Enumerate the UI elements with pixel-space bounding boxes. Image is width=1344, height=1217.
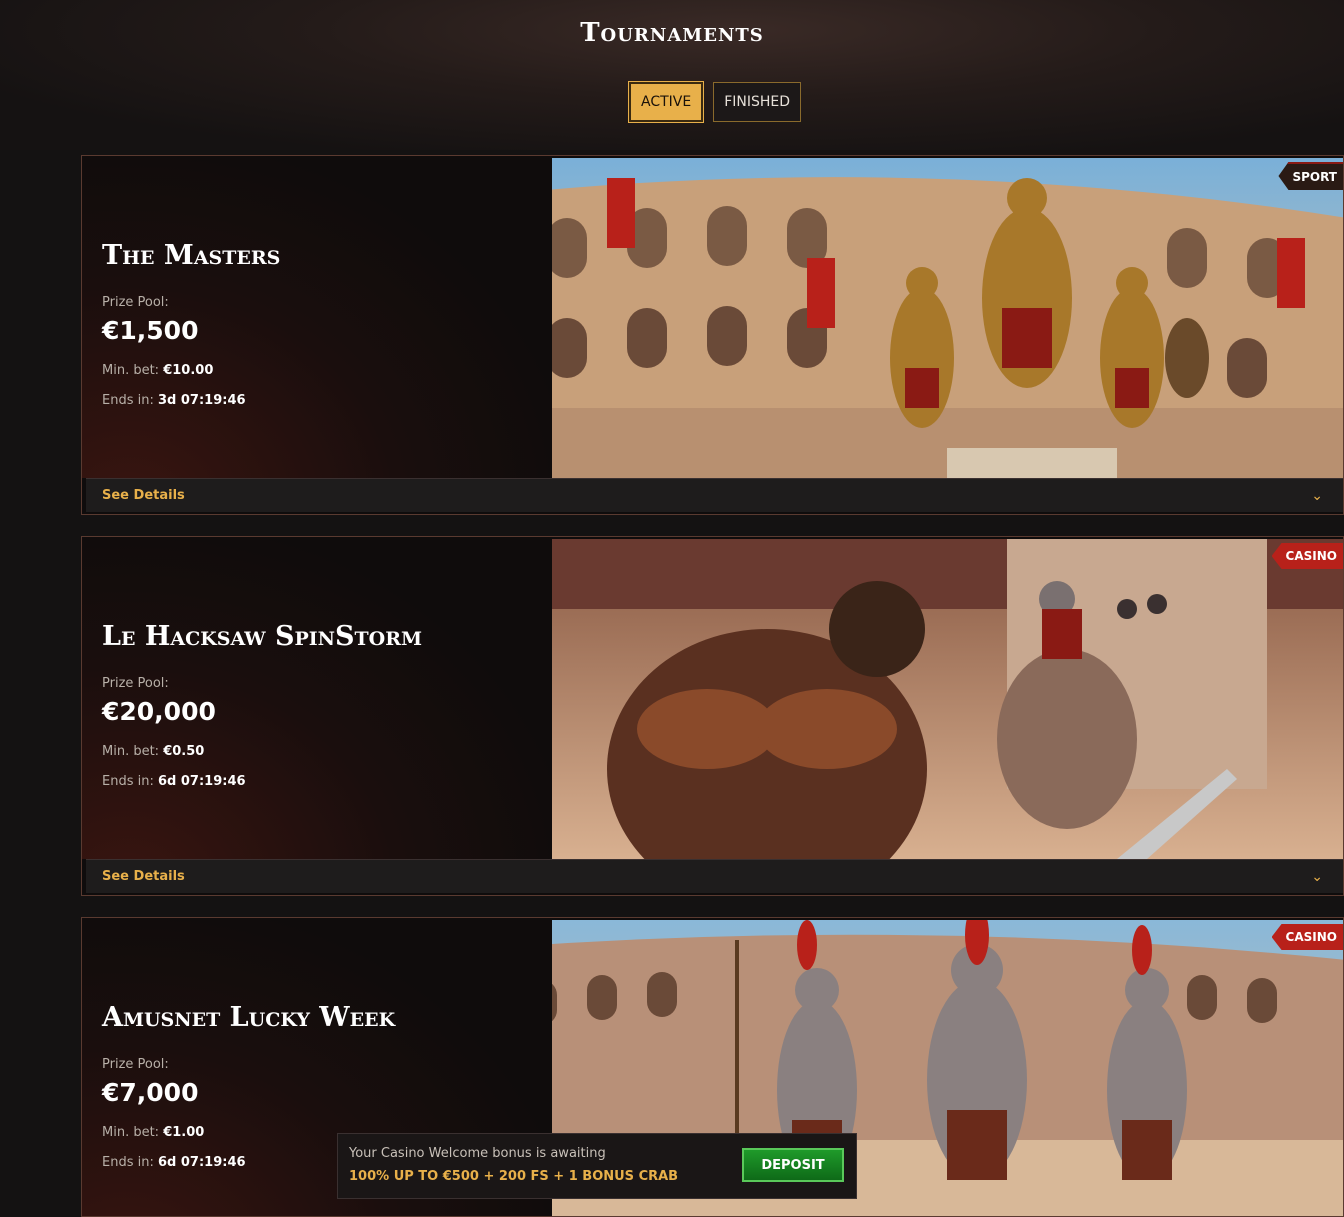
ends-in-label: Ends in:: [102, 1155, 154, 1170]
min-bet-label: Min. bet:: [102, 363, 160, 378]
ends-in-label: Ends in:: [102, 774, 154, 789]
welcome-bonus-toast: Your Casino Welcome bonus is awaiting 10…: [337, 1133, 857, 1199]
min-bet-value: €10.00: [163, 363, 214, 378]
tournament-card-le-hacksaw-spinstorm: Le Hacksaw SpinStorm Prize Pool: €20,000…: [81, 536, 1344, 896]
chevron-down-icon: ⌄: [1311, 487, 1323, 504]
ends-in: Ends in: 6d 07:19:46: [102, 774, 422, 789]
ends-in-value: 6d 07:19:46: [157, 1155, 246, 1170]
tab-active[interactable]: ACTIVE: [629, 82, 704, 122]
prize-pool-label: Prize Pool:: [102, 295, 169, 310]
min-bet-value: €0.50: [163, 744, 205, 759]
ends-in-value: 3d 07:19:46: [157, 393, 246, 408]
card-info-panel: The Masters Prize Pool: €1,500 Min. bet:…: [82, 156, 552, 478]
tournament-name: The Masters: [102, 240, 281, 271]
toast-message: Your Casino Welcome bonus is awaiting: [349, 1146, 606, 1161]
see-details-toggle[interactable]: See Details ⌄: [86, 859, 1343, 893]
tournament-tabs: ACTIVE FINISHED: [629, 82, 802, 122]
ends-in-value: 6d 07:19:46: [157, 774, 246, 789]
chevron-down-icon: ⌄: [1311, 868, 1323, 885]
prize-pool-label: Prize Pool:: [102, 676, 169, 691]
toast-offer: 100% UP TO €500 + 200 FS + 1 BONUS CRAB: [349, 1169, 679, 1184]
tab-finished[interactable]: FINISHED: [713, 82, 802, 122]
see-details-label: See Details: [102, 869, 185, 884]
prize-pool-value: €7,000: [102, 1078, 199, 1107]
tournament-card-the-masters: The Masters Prize Pool: €1,500 Min. bet:…: [81, 155, 1344, 515]
tournament-name: Le Hacksaw SpinStorm: [102, 621, 423, 652]
see-details-toggle[interactable]: See Details ⌄: [86, 478, 1343, 512]
tournament-banner-image: [467, 158, 1343, 478]
prize-pool-label: Prize Pool:: [102, 1057, 169, 1072]
ends-in: Ends in: 3d 07:19:46: [102, 393, 280, 408]
min-bet: Min. bet: €0.50: [102, 744, 422, 759]
category-badge: SPORT: [1278, 162, 1343, 190]
prize-pool-value: €1,500: [102, 316, 199, 345]
page-title: Tournaments: [580, 18, 764, 48]
min-bet-label: Min. bet:: [102, 744, 160, 759]
deposit-button[interactable]: DEPOSIT: [742, 1148, 844, 1182]
min-bet-label: Min. bet:: [102, 1125, 160, 1140]
see-details-label: See Details: [102, 488, 185, 503]
ends-in-label: Ends in:: [102, 393, 154, 408]
category-badge: CASINO: [1271, 543, 1343, 569]
category-badge: CASINO: [1271, 924, 1343, 950]
min-bet: Min. bet: €10.00: [102, 363, 280, 378]
tournament-banner-image: [467, 539, 1343, 859]
card-info-panel: Le Hacksaw SpinStorm Prize Pool: €20,000…: [82, 537, 552, 859]
min-bet-value: €1.00: [163, 1125, 205, 1140]
tournament-name: Amusnet Lucky Week: [102, 1002, 396, 1033]
prize-pool-value: €20,000: [102, 697, 216, 726]
